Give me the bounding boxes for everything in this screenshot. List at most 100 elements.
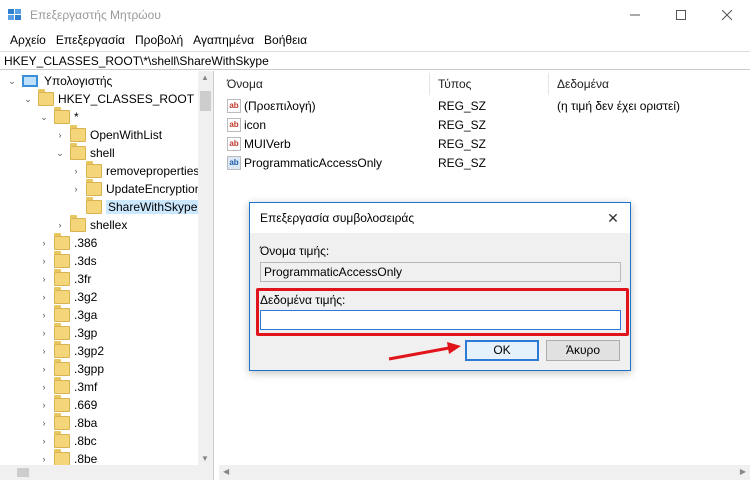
expand-arrow-icon[interactable]: › <box>38 435 50 447</box>
tree-item-sharewithskype[interactable]: ShareWithSkype <box>70 197 200 216</box>
expand-arrow-icon[interactable]: › <box>38 237 50 249</box>
tree-item-shellex[interactable]: › shellex <box>54 215 127 234</box>
folder-icon <box>70 125 86 142</box>
tree-item-ext[interactable]: › .3ds <box>38 251 97 270</box>
collapse-arrow-icon[interactable]: ⌄ <box>22 93 34 105</box>
expand-arrow-icon[interactable]: › <box>38 291 50 303</box>
tree-item-label: .669 <box>74 398 98 412</box>
collapse-arrow-icon[interactable]: ⌄ <box>6 75 18 87</box>
maximize-button[interactable] <box>658 0 704 30</box>
menu-file[interactable]: Αρχείο <box>5 33 51 47</box>
folder-icon <box>70 215 86 232</box>
scroll-left-icon[interactable]: ◀ <box>223 467 229 476</box>
regedit-icon <box>8 9 21 20</box>
tree-item-star[interactable]: ⌄ * <box>38 107 79 126</box>
tree-item-label: removeproperties <box>106 164 200 178</box>
folder-icon <box>54 395 70 412</box>
tree-item-ext[interactable]: › .386 <box>38 233 98 252</box>
scroll-thumb[interactable] <box>200 91 211 111</box>
expand-arrow-icon[interactable]: › <box>38 399 50 411</box>
computer-icon <box>22 75 38 87</box>
column-header-type[interactable]: Τύπος <box>430 73 549 95</box>
tree-item-ext[interactable]: › .3ga <box>38 305 98 324</box>
value-row[interactable]: ab MUIVerb REG_SZ <box>219 134 750 153</box>
title-bar: Επεξεργαστής Μητρώου <box>0 0 750 30</box>
value-name: ProgrammaticAccessOnly <box>244 155 383 170</box>
tree-item-ext[interactable]: › .3gp <box>38 323 97 342</box>
column-header-name[interactable]: Όνομα <box>219 73 430 95</box>
folder-icon <box>54 323 70 340</box>
menu-bar: Αρχείο Επεξεργασία Προβολή Αγαπημένα Βοή… <box>0 30 750 50</box>
cancel-button[interactable]: Άκυρο <box>546 340 620 361</box>
tree-item-label: ShareWithSkype <box>106 200 200 214</box>
dialog-title: Επεξεργασία συμβολοσειράς <box>260 211 415 225</box>
scroll-thumb[interactable] <box>17 468 29 477</box>
folder-icon <box>54 431 70 448</box>
folder-icon <box>54 413 70 430</box>
tree-item-ext[interactable]: › .8bc <box>38 431 97 450</box>
scroll-right-icon[interactable]: ▶ <box>740 467 746 476</box>
tree-item-ext[interactable]: › .3mf <box>38 377 97 396</box>
menu-help[interactable]: Βοήθεια <box>259 33 312 47</box>
expand-arrow-icon[interactable]: › <box>54 129 66 141</box>
collapse-arrow-icon[interactable]: ⌄ <box>38 111 50 123</box>
minimize-button[interactable] <box>612 0 658 30</box>
expand-arrow-icon[interactable]: › <box>38 273 50 285</box>
value-row[interactable]: ab ProgrammaticAccessOnly REG_SZ <box>219 153 750 172</box>
collapse-arrow-icon[interactable]: ⌄ <box>54 147 66 159</box>
expand-arrow-icon[interactable]: › <box>38 309 50 321</box>
tree-horizontal-scrollbar[interactable] <box>0 465 213 480</box>
expand-arrow-icon[interactable]: › <box>38 381 50 393</box>
value-row[interactable]: ab (Προεπιλογή) REG_SZ (η τιμή δεν έχει ο… <box>219 96 750 115</box>
expand-arrow-icon[interactable]: › <box>38 363 50 375</box>
menu-favorites[interactable]: Αγαπημένα <box>188 33 259 47</box>
tree-item-ext[interactable]: › .3g2 <box>38 287 97 306</box>
tree-item-hkcr[interactable]: ⌄ HKEY_CLASSES_ROOT <box>22 89 194 108</box>
tree-item-ext[interactable]: › .8ba <box>38 413 97 432</box>
tree-item-updateencryption[interactable]: › UpdateEncryption <box>70 179 202 198</box>
folder-icon <box>54 269 70 286</box>
folder-icon <box>54 449 70 466</box>
tree-item-label: .386 <box>74 236 98 250</box>
tree-item-label: UpdateEncryption <box>106 182 202 196</box>
close-button[interactable] <box>704 0 750 30</box>
scroll-up-icon[interactable]: ▲ <box>201 73 209 82</box>
scroll-down-icon[interactable]: ▼ <box>201 454 209 463</box>
expand-arrow-icon[interactable]: › <box>38 453 50 465</box>
menu-edit[interactable]: Επεξεργασία <box>51 33 130 47</box>
value-type: REG_SZ <box>438 98 487 113</box>
value-data: (η τιμή δεν έχει οριστεί) <box>557 98 681 113</box>
list-horizontal-scrollbar[interactable]: ◀ ▶ <box>219 465 750 480</box>
expand-arrow-icon[interactable]: › <box>38 255 50 267</box>
tree-item-ext[interactable]: › .669 <box>38 395 98 414</box>
expand-arrow-icon[interactable]: › <box>54 219 66 231</box>
value-type: REG_SZ <box>438 117 487 132</box>
tree-item-openwithlist[interactable]: › OpenWithList <box>54 125 162 144</box>
expand-arrow-icon[interactable]: › <box>38 327 50 339</box>
key-tree: ⌄ Υπολογιστής ⌄ HKEY_CLASSES_ROOT ⌄ * › … <box>0 71 213 480</box>
tree-item-removeproperties[interactable]: › removeproperties <box>70 161 200 180</box>
expand-arrow-icon[interactable]: › <box>70 165 82 177</box>
dialog-close-icon[interactable]: ✕ <box>604 209 622 227</box>
tree-item-ext[interactable]: › .3fr <box>38 269 91 288</box>
address-bar[interactable]: HKEY_CLASSES_ROOT\*\shell\ShareWithSkype <box>0 51 750 70</box>
folder-icon <box>54 107 70 124</box>
folder-icon <box>54 305 70 322</box>
tree-item-shell[interactable]: ⌄ shell <box>54 143 115 162</box>
column-header-data[interactable]: Δεδομένα <box>549 73 750 95</box>
value-row[interactable]: ab icon REG_SZ <box>219 115 750 134</box>
value-name: MUIVerb <box>244 136 291 151</box>
tree-item-ext[interactable]: › .3gpp <box>38 359 104 378</box>
value-data-input[interactable] <box>260 310 621 330</box>
tree-vertical-scrollbar[interactable]: ▲ ▼ <box>198 71 213 465</box>
expand-arrow-icon[interactable]: › <box>70 183 82 195</box>
expand-arrow-icon[interactable]: › <box>38 345 50 357</box>
value-name-label: Όνομα τιμής: <box>260 244 330 258</box>
tree-item-computer[interactable]: ⌄ Υπολογιστής <box>6 72 112 90</box>
folder-icon <box>54 251 70 268</box>
expand-arrow-icon[interactable]: › <box>38 417 50 429</box>
tree-item-ext[interactable]: › .3gp2 <box>38 341 104 360</box>
tree-item-label: .3ga <box>74 308 98 322</box>
ok-button[interactable]: ΟΚ <box>465 340 539 361</box>
menu-view[interactable]: Προβολή <box>130 33 188 47</box>
